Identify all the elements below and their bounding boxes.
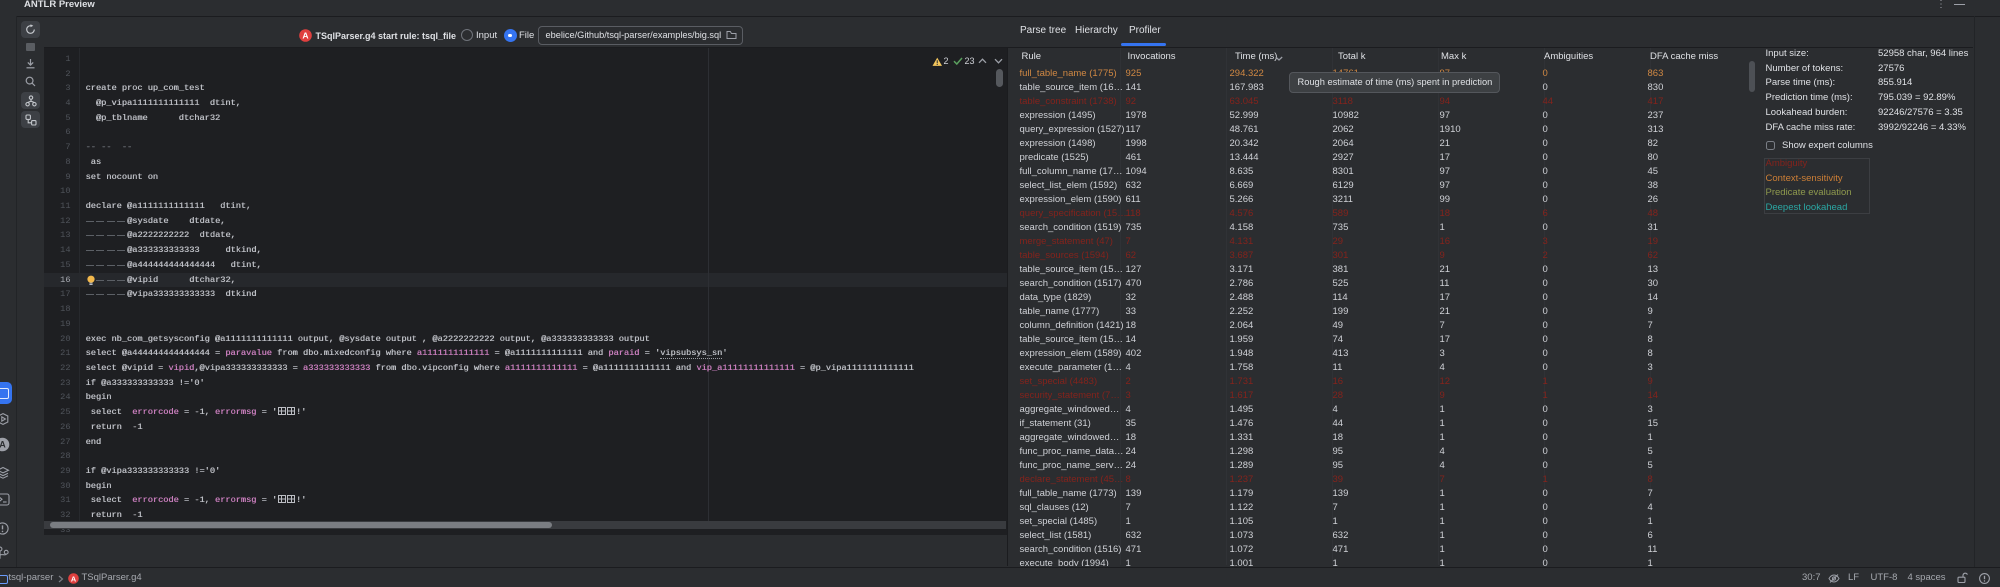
svg-text:A: A	[302, 31, 308, 41]
svg-text:A: A	[0, 440, 6, 450]
svg-text:A: A	[71, 574, 77, 583]
